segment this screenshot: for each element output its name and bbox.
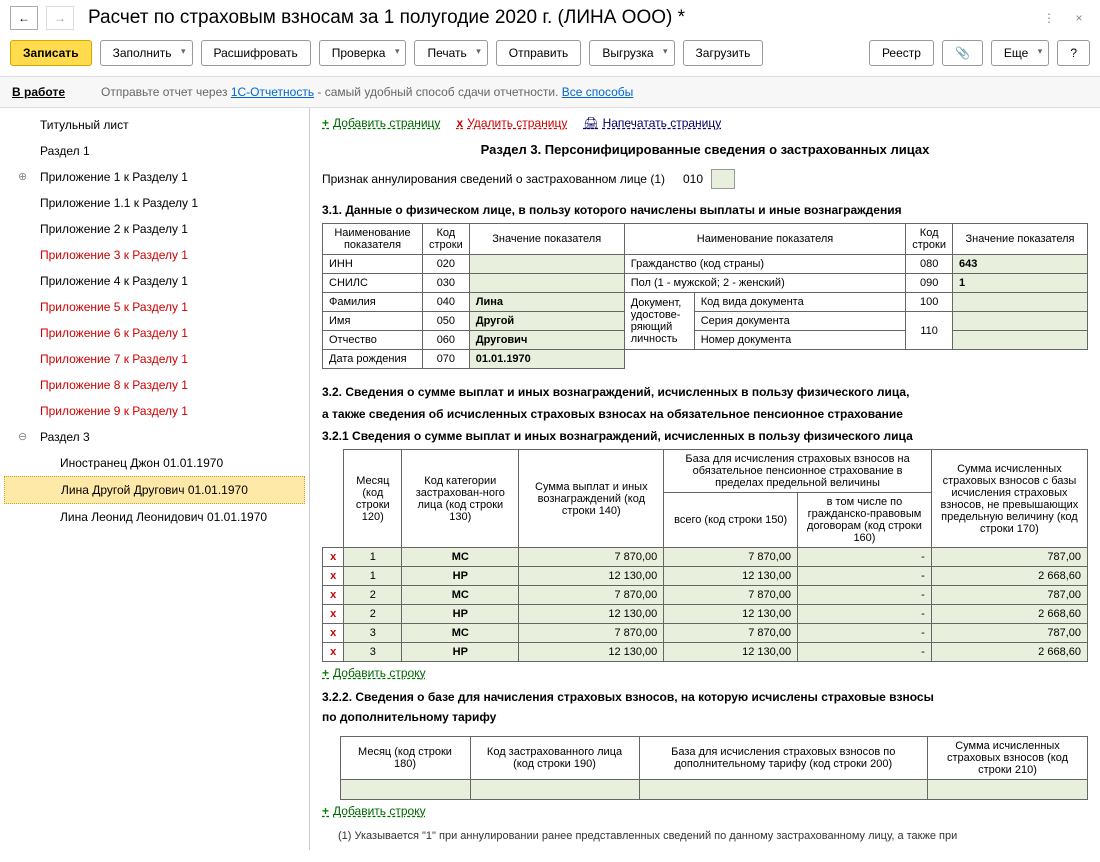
footnote: (1) Указывается "1" при аннулировании ра… — [322, 822, 1088, 842]
attach-button[interactable]: 📎 — [942, 40, 983, 66]
section-title: Раздел 3. Персонифицированные сведения о… — [322, 138, 1088, 167]
add-row-321[interactable]: + Добавить строку — [322, 666, 1088, 680]
write-button[interactable]: Записать — [10, 40, 92, 66]
tree-item[interactable]: Приложение 3 к Разделу 1 — [0, 242, 309, 268]
print-button[interactable]: Печать — [414, 40, 487, 66]
tree-sidebar: Титульный листРаздел 1Приложение 1 к Раз… — [0, 108, 310, 850]
table-31: Наименование показателя Код строки Значе… — [322, 223, 1088, 369]
tree-item[interactable]: Приложение 4 к Разделу 1 — [0, 268, 309, 294]
send-button[interactable]: Отправить — [496, 40, 582, 66]
export-button[interactable]: Выгрузка — [589, 40, 674, 66]
tree-item[interactable]: Лина Леонид Леонидович 01.01.1970 — [0, 504, 309, 530]
s32-title2: а также сведения об исчисленных страховы… — [322, 401, 1088, 423]
tree-item[interactable]: Иностранец Джон 01.01.1970 — [0, 450, 309, 476]
import-button[interactable]: Загрузить — [683, 40, 764, 66]
print-page[interactable]: 🖨 Напечатать страницу — [583, 116, 721, 130]
link-all[interactable]: Все способы — [562, 85, 634, 99]
s321-sub: 3.2.1 Сведения о сумме выплат и иных воз… — [322, 423, 1088, 449]
tree-item[interactable]: Приложение 1 к Разделу 1 — [0, 164, 309, 190]
del-page[interactable]: x Удалить страницу — [456, 116, 567, 130]
help-button[interactable]: ? — [1057, 40, 1090, 66]
tree-item[interactable]: Раздел 1 — [0, 138, 309, 164]
status-label: В работе — [12, 85, 65, 99]
annul-code: 010 — [683, 172, 703, 186]
tree-item[interactable]: Титульный лист — [0, 112, 309, 138]
tree-item[interactable]: Приложение 2 к Разделу 1 — [0, 216, 309, 242]
tree-item[interactable]: Раздел 3 — [0, 424, 309, 450]
tree-item[interactable]: Приложение 6 к Разделу 1 — [0, 320, 309, 346]
del-row[interactable]: x — [323, 605, 344, 624]
close-icon[interactable]: × — [1068, 7, 1090, 29]
check-button[interactable]: Проверка — [319, 40, 407, 66]
back-button[interactable]: ← — [10, 6, 38, 30]
s32-title1: 3.2. Сведения о сумме выплат и иных возн… — [322, 379, 1088, 401]
info-text: Отправьте отчет через 1С-Отчетность - са… — [101, 85, 633, 99]
menu-icon[interactable]: ⋮ — [1038, 7, 1060, 29]
tree-item[interactable]: Приложение 5 к Разделу 1 — [0, 294, 309, 320]
decode-button[interactable]: Расшифровать — [201, 40, 311, 66]
page-title: Расчет по страховым взносам за 1 полугод… — [82, 7, 1030, 29]
table-321: Месяц (код строки 120) Код категории зас… — [322, 449, 1088, 662]
s322-title2: по дополнительному тарифу — [322, 710, 1088, 730]
s322-title1: 3.2.2. Сведения о базе для начисления ст… — [322, 684, 1088, 710]
registry-button[interactable]: Реестр — [869, 40, 934, 66]
more-button[interactable]: Еще — [991, 40, 1049, 66]
table-322: Месяц (код строки 180) Код застрахованно… — [322, 736, 1088, 800]
tree-item[interactable]: Приложение 1.1 к Разделу 1 — [0, 190, 309, 216]
link-1c[interactable]: 1С-Отчетность — [231, 85, 314, 99]
del-row[interactable]: x — [323, 567, 344, 586]
annul-input[interactable] — [711, 169, 735, 189]
content-area: + Добавить страницу x Удалить страницу 🖨… — [310, 108, 1100, 850]
fill-button[interactable]: Заполнить — [100, 40, 193, 66]
annul-label: Признак аннулирования сведений о застрах… — [322, 172, 665, 186]
tree-item[interactable]: Приложение 9 к Разделу 1 — [0, 398, 309, 424]
del-row[interactable]: x — [323, 548, 344, 567]
del-row[interactable]: x — [323, 586, 344, 605]
forward-button[interactable]: → — [46, 6, 74, 30]
s31-title: 3.1. Данные о физическом лице, в пользу … — [322, 199, 1088, 223]
tree-item[interactable]: Лина Другой Другович 01.01.1970 — [4, 476, 305, 504]
del-row[interactable]: x — [323, 624, 344, 643]
add-row-322[interactable]: + Добавить строку — [322, 804, 1088, 818]
del-row[interactable]: x — [323, 643, 344, 662]
add-page[interactable]: + Добавить страницу — [322, 116, 440, 130]
tree-item[interactable]: Приложение 8 к Разделу 1 — [0, 372, 309, 398]
tree-item[interactable]: Приложение 7 к Разделу 1 — [0, 346, 309, 372]
